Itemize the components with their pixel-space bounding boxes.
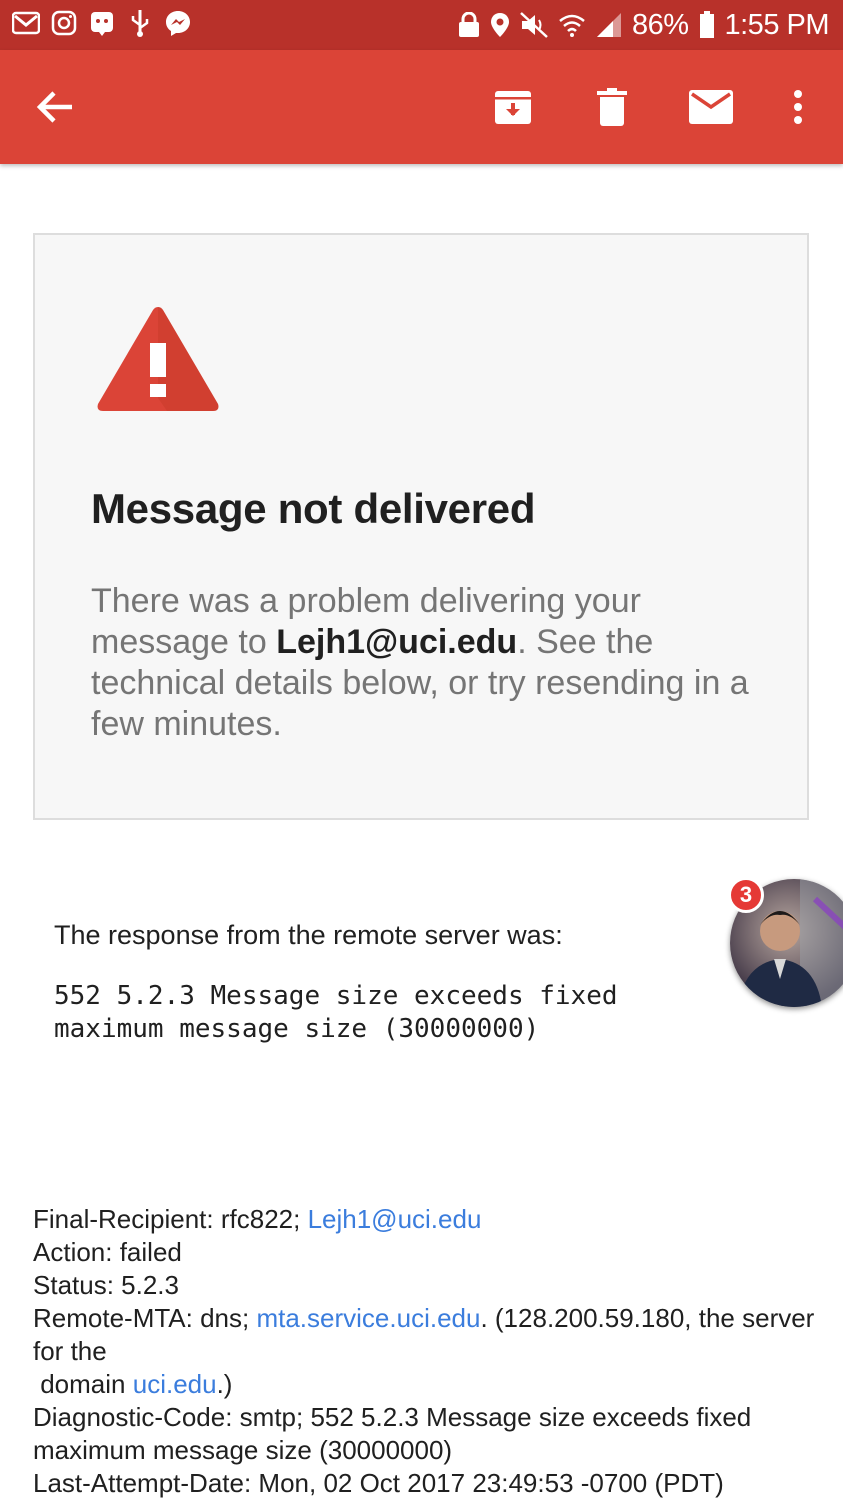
location-icon [490,13,509,37]
final-recipient-link[interactable]: Lejh1@uci.edu [308,1204,482,1234]
more-vert-icon [794,90,802,124]
domain-label: domain [33,1369,133,1399]
archive-button[interactable] [478,50,548,164]
remote-mta-link[interactable]: mta.service.uci.edu [256,1303,480,1333]
last-attempt-line: Last-Attempt-Date: Mon, 02 Oct 2017 23:4… [33,1468,724,1498]
vpn-lock-icon [458,12,479,37]
remote-mta-label: Remote-MTA: dns; [33,1303,257,1333]
instagram-notification-icon [50,9,78,37]
system-status-icons: 86% 1:55 PM [458,6,829,44]
messenger-notification-icon [164,9,192,37]
warning-icon [95,303,221,420]
back-arrow-icon [36,91,72,123]
mute-icon [520,12,548,38]
mark-unread-button[interactable] [676,50,746,164]
notification-icons [12,9,192,37]
error-title: Message not delivered [91,485,536,532]
signal-icon [596,13,621,37]
back-button[interactable] [20,50,90,164]
usb-notification-icon [126,9,154,37]
clock: 1:55 PM [724,8,830,41]
wifi-icon [559,14,585,37]
final-recipient-label: Final-Recipient: rfc822; [33,1204,308,1234]
domain-line: domain uci.edu.) [33,1368,823,1401]
mail-icon [689,90,733,124]
status-bar: 86% 1:55 PM [0,0,843,50]
remote-mta-line: Remote-MTA: dns; mta.service.uci.edu. (1… [33,1302,823,1368]
domain-link[interactable]: uci.edu [133,1369,217,1399]
diagnostic-code-line: Diagnostic-Code: smtp; 552 5.2.3 Message… [33,1402,752,1465]
response-code: 552 5.2.3 Message size exceeds fixed max… [54,981,634,1044]
status-line: Status: 5.2.3 [33,1270,179,1300]
battery-percent: 86% [631,8,689,41]
delete-button[interactable] [577,50,647,164]
app-bar [0,50,843,164]
delivery-error-card: Message not delivered There was a proble… [33,233,809,820]
final-recipient-line: Final-Recipient: rfc822; Lejh1@uci.edu [33,1203,823,1236]
gmail-notification-icon [12,9,40,37]
response-label: The response from the remote server was: [54,920,563,950]
error-description: There was a problem delivering your mess… [91,581,771,745]
domain-suffix: .) [216,1369,233,1399]
archive-icon [495,91,531,124]
more-options-button[interactable] [763,50,833,164]
app-notification-icon [88,9,116,37]
battery-icon [699,11,714,38]
messenger-chat-head[interactable]: 3 [728,877,843,1007]
unread-count-badge: 3 [728,877,764,913]
recipient-email: Lejh1@uci.edu [276,623,518,661]
action-line: Action: failed [33,1237,182,1267]
delete-icon [597,88,627,126]
technical-details: Final-Recipient: rfc822; Lejh1@uci.edu A… [33,1203,823,1500]
